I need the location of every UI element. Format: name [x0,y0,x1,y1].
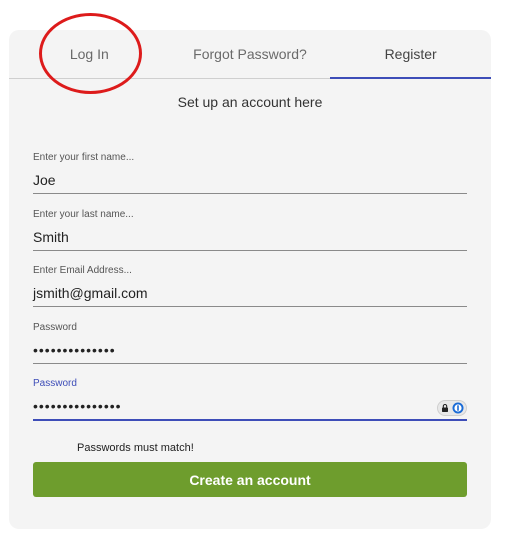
confirm-password-field[interactable]: Password ••••••••••••••• [33,378,467,421]
email-underline [33,306,467,307]
page-subtitle: Set up an account here [177,94,323,110]
password-field[interactable]: Password •••••••••••••• [33,322,467,364]
password-match-hint: Passwords must match! [77,442,194,454]
first-name-input[interactable]: Joe [33,170,467,190]
password-manager-controls[interactable] [437,400,467,416]
last-name-input[interactable]: Smith [33,227,467,247]
email-input[interactable]: jsmith@gmail.com [33,283,467,303]
confirm-password-underline [33,419,467,421]
tab-register[interactable]: Register [330,30,491,79]
tab-forgot-password[interactable]: Forgot Password? [170,30,331,78]
first-name-underline [33,193,467,194]
last-name-field[interactable]: Enter your last name... Smith [33,209,467,251]
password-label: Password [33,322,77,333]
register-card: Log In Forgot Password? Register Set up … [9,30,491,529]
tab-log-in[interactable]: Log In [9,30,170,78]
password-underline [33,363,467,364]
create-account-button[interactable]: Create an account [33,462,467,497]
first-name-field[interactable]: Enter your first name... Joe [33,152,467,194]
first-name-label: Enter your first name... [33,152,135,163]
email-label: Enter Email Address... [33,265,132,276]
password-input[interactable]: •••••••••••••• [33,340,467,360]
last-name-label: Enter your last name... [33,209,134,220]
password-manager-icon[interactable] [452,402,464,414]
last-name-underline [33,250,467,251]
email-field[interactable]: Enter Email Address... jsmith@gmail.com [33,265,467,307]
confirm-password-input[interactable]: ••••••••••••••• [33,396,467,416]
auth-tabs: Log In Forgot Password? Register [9,30,491,79]
password-manager-pill[interactable] [437,400,467,416]
lock-icon[interactable] [440,403,450,413]
confirm-password-label: Password [33,378,77,389]
